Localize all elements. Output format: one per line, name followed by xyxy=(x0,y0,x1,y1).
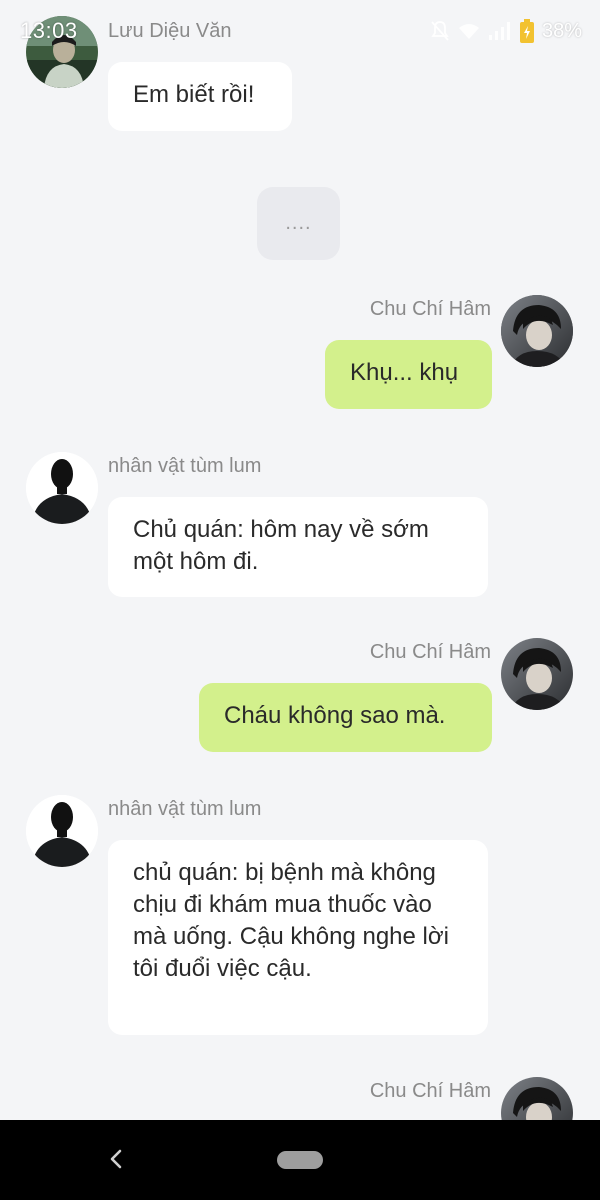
sender-name: Chu Chí Hâm xyxy=(369,1080,491,1102)
message-bubble[interactable]: chủ quán: bị bệnh mà không chịu đi khám … xyxy=(108,840,488,1035)
back-icon[interactable] xyxy=(104,1147,128,1171)
system-message-bubble: .... xyxy=(257,187,340,260)
sender-name: nhân vật tùm lum xyxy=(108,455,262,477)
sender-name: Chu Chí Hâm xyxy=(369,641,491,663)
message-bubble[interactable]: Cháu không sao mà. xyxy=(199,683,492,752)
sender-name: Lưu Diệu Văn xyxy=(108,20,232,42)
silhouette-avatar[interactable] xyxy=(26,795,98,867)
sender-name: Chu Chí Hâm xyxy=(369,298,491,320)
home-pill-icon[interactable] xyxy=(277,1151,323,1169)
navigation-bar xyxy=(0,1120,600,1200)
chu-chi-ham-avatar[interactable] xyxy=(501,295,573,367)
message-bubble[interactable]: Khụ... khụ xyxy=(325,340,492,409)
message-bubble[interactable]: Chủ quán: hôm nay về sớm một hôm đi. xyxy=(108,497,488,597)
sender-name: nhân vật tùm lum xyxy=(108,798,262,820)
chu-chi-ham-avatar[interactable] xyxy=(501,638,573,710)
chu-chi-ham-avatar[interactable] xyxy=(501,1077,573,1120)
chat-area[interactable]: Lưu Diệu Văn Em biết rồi! .... Chu Chí H… xyxy=(0,0,600,1120)
silhouette-avatar[interactable] xyxy=(26,452,98,524)
luu-dieu-van-avatar[interactable] xyxy=(26,16,98,88)
message-bubble[interactable]: Em biết rồi! xyxy=(108,62,292,131)
